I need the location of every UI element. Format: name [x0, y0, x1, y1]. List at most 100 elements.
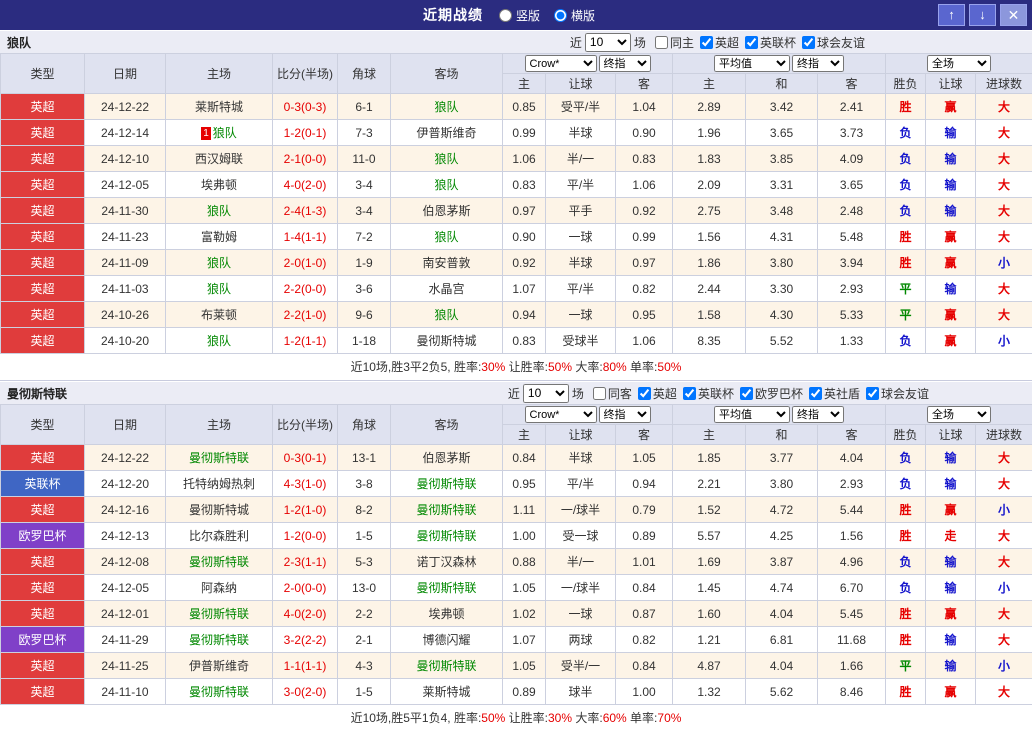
summary-stat-value: 30% [481, 360, 505, 374]
corner-cell: 3-6 [338, 276, 391, 302]
corner-cell: 4-3 [338, 653, 391, 679]
filter-英超[interactable]: 英超 [700, 34, 739, 51]
score-cell: 4-0(2-0) [273, 172, 338, 198]
handicap-odds-away: 1.01 [616, 549, 673, 575]
date-cell: 24-12-08 [85, 549, 166, 575]
filter-checkbox[interactable] [802, 36, 815, 49]
euro-average-select[interactable]: 平均值 [714, 55, 790, 72]
league-cell: 英超 [1, 172, 85, 198]
filter-英联杯[interactable]: 英联杯 [745, 34, 796, 51]
goals-result-cell: 大 [976, 172, 1032, 198]
filter-英联杯[interactable]: 英联杯 [683, 385, 734, 402]
scroll-up-button[interactable]: ↑ [938, 4, 965, 26]
col-corner: 角球 [338, 54, 391, 94]
avg-odds-away: 2.93 [818, 276, 886, 302]
euro-average-select[interactable]: 平均值 [714, 406, 790, 423]
handicap-result-cell: 赢 [926, 679, 976, 705]
odds-company-select[interactable]: Crow* [525, 406, 597, 423]
col-avg-draw: 和 [746, 74, 818, 94]
euro-stage-select[interactable]: 终指 [792, 55, 844, 72]
date-cell: 24-11-09 [85, 250, 166, 276]
date-cell: 24-12-05 [85, 172, 166, 198]
layout-radio-input[interactable] [554, 9, 567, 22]
filter-同主[interactable]: 同主 [655, 34, 694, 51]
odds-stage-select[interactable]: 终指 [599, 55, 651, 72]
odds-stage-select[interactable]: 终指 [599, 406, 651, 423]
summary-stat-label: 大率: [572, 360, 603, 374]
handicap-group-header: Crow*终指 [503, 405, 673, 425]
filter-英社盾[interactable]: 英社盾 [809, 385, 860, 402]
filter-checkbox[interactable] [745, 36, 758, 49]
filter-球会友谊[interactable]: 球会友谊 [866, 385, 929, 402]
home-team-cell: 1狼队 [166, 120, 273, 146]
euro-stage-select[interactable]: 终指 [792, 406, 844, 423]
close-button[interactable]: ✕ [1000, 4, 1027, 26]
corner-cell: 13-0 [338, 575, 391, 601]
date-cell: 24-12-20 [85, 471, 166, 497]
handicap-odds-home: 0.84 [503, 445, 546, 471]
handicap-odds-home: 1.11 [503, 497, 546, 523]
match-count-select[interactable]: 10 [523, 384, 569, 403]
goals-result-cell: 大 [976, 445, 1032, 471]
match-row: 欧罗巴杯24-12-13比尔森胜利1-2(0-0)1-5曼彻斯特联1.00受一球… [1, 523, 1032, 549]
team-name: 狼队 [7, 34, 31, 51]
handicap-odds-home: 0.89 [503, 679, 546, 705]
away-team-cell: 狼队 [391, 302, 503, 328]
handicap-result-cell: 输 [926, 120, 976, 146]
handicap-odds-home: 1.07 [503, 627, 546, 653]
result-cell: 胜 [886, 627, 926, 653]
col-handicap-away: 客 [616, 74, 673, 94]
goals-result-cell: 小 [976, 575, 1032, 601]
handicap-odds-away: 0.97 [616, 250, 673, 276]
filter-checkbox[interactable] [700, 36, 713, 49]
filter-欧罗巴杯[interactable]: 欧罗巴杯 [740, 385, 803, 402]
filter-checkbox[interactable] [866, 387, 879, 400]
filter-checkbox[interactable] [638, 387, 651, 400]
filter-球会友谊[interactable]: 球会友谊 [802, 34, 865, 51]
avg-odds-draw: 3.30 [746, 276, 818, 302]
filter-同客[interactable]: 同客 [593, 385, 632, 402]
match-row: 英超24-12-141狼队1-2(0-1)7-3伊普斯维奇0.99半球0.901… [1, 120, 1032, 146]
filter-英超[interactable]: 英超 [638, 385, 677, 402]
match-count-select[interactable]: 10 [585, 33, 631, 52]
layout-radio-横版[interactable]: 横版 [554, 7, 595, 24]
home-team-cell: 曼彻斯特联 [166, 601, 273, 627]
home-team-cell: 曼彻斯特联 [166, 679, 273, 705]
league-cell: 英超 [1, 445, 85, 471]
avg-odds-away: 2.93 [818, 471, 886, 497]
col-type: 类型 [1, 405, 85, 445]
col-result: 胜负 [886, 74, 926, 94]
handicap-result-cell: 输 [926, 471, 976, 497]
avg-odds-home: 2.21 [673, 471, 746, 497]
col-goals: 进球数 [976, 74, 1032, 94]
league-cell: 英超 [1, 198, 85, 224]
filter-checkbox[interactable] [809, 387, 822, 400]
scope-select[interactable]: 全场 [927, 406, 991, 423]
league-cell: 英超 [1, 497, 85, 523]
filter-checkbox[interactable] [683, 387, 696, 400]
layout-radio-input[interactable] [499, 9, 512, 22]
filter-checkbox[interactable] [593, 387, 606, 400]
filter-checkbox[interactable] [740, 387, 753, 400]
away-team-cell: 伯恩茅斯 [391, 445, 503, 471]
summary-stat-value: 80% [603, 360, 627, 374]
odds-company-select[interactable]: Crow* [525, 55, 597, 72]
avg-odds-away: 4.09 [818, 146, 886, 172]
result-cell: 胜 [886, 523, 926, 549]
league-cell: 英超 [1, 302, 85, 328]
scroll-down-button[interactable]: ↓ [969, 4, 996, 26]
home-team-cell: 曼彻斯特联 [166, 549, 273, 575]
handicap-line: 受平/半 [546, 94, 616, 120]
filter-checkbox[interactable] [655, 36, 668, 49]
handicap-result-cell: 赢 [926, 94, 976, 120]
competition-filters: 同主英超英联杯球会友谊 [649, 34, 865, 51]
handicap-odds-home: 1.05 [503, 653, 546, 679]
competition-filters: 同客英超英联杯欧罗巴杯英社盾球会友谊 [587, 385, 929, 402]
scope-select[interactable]: 全场 [927, 55, 991, 72]
goals-result-cell: 大 [976, 224, 1032, 250]
avg-odds-home: 2.44 [673, 276, 746, 302]
col-avg-home: 主 [673, 425, 746, 445]
avg-odds-away: 5.33 [818, 302, 886, 328]
handicap-result-cell: 赢 [926, 302, 976, 328]
layout-radio-竖版[interactable]: 竖版 [499, 7, 540, 24]
